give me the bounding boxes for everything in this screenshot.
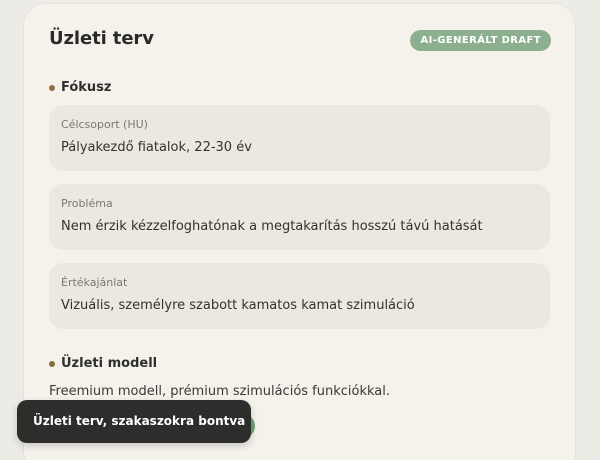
- focus-section-heading: Fókusz: [49, 80, 112, 95]
- problem-label: Probléma: [61, 197, 113, 210]
- problem-field[interactable]: Probléma Nem érzik kézzelfoghatónak a me…: [49, 184, 550, 250]
- app-stage: Üzleti terv AI-GENERÁLT DRAFT Fókusz Cél…: [0, 0, 600, 460]
- value-proposition-label: Értékajánlat: [61, 276, 128, 289]
- business-model-section-heading: Üzleti modell: [49, 356, 157, 371]
- bullet-icon: [49, 360, 55, 367]
- page-title: Üzleti terv: [49, 28, 154, 49]
- target-group-field[interactable]: Célcsoport (HU) Pályakezdő fiatalok, 22-…: [49, 105, 550, 171]
- bullet-icon: [49, 84, 55, 91]
- target-group-label: Célcsoport (HU): [61, 118, 148, 131]
- toast-notification: Üzleti terv, szakaszokra bontva: [17, 400, 251, 443]
- value-proposition-value[interactable]: Vizuális, személyre szabott kamatos kama…: [61, 298, 415, 313]
- business-model-heading-text: Üzleti modell: [61, 356, 158, 371]
- value-proposition-field[interactable]: Értékajánlat Vizuális, személyre szabott…: [49, 263, 550, 329]
- ai-draft-badge: AI-GENERÁLT DRAFT: [410, 30, 551, 51]
- target-group-value[interactable]: Pályakezdő fiatalok, 22-30 év: [61, 140, 252, 155]
- problem-value[interactable]: Nem érzik kézzelfoghatónak a megtakarítá…: [61, 219, 483, 234]
- business-model-text: Freemium modell, prémium szimulációs fun…: [49, 384, 391, 399]
- focus-heading-text: Fókusz: [61, 80, 112, 95]
